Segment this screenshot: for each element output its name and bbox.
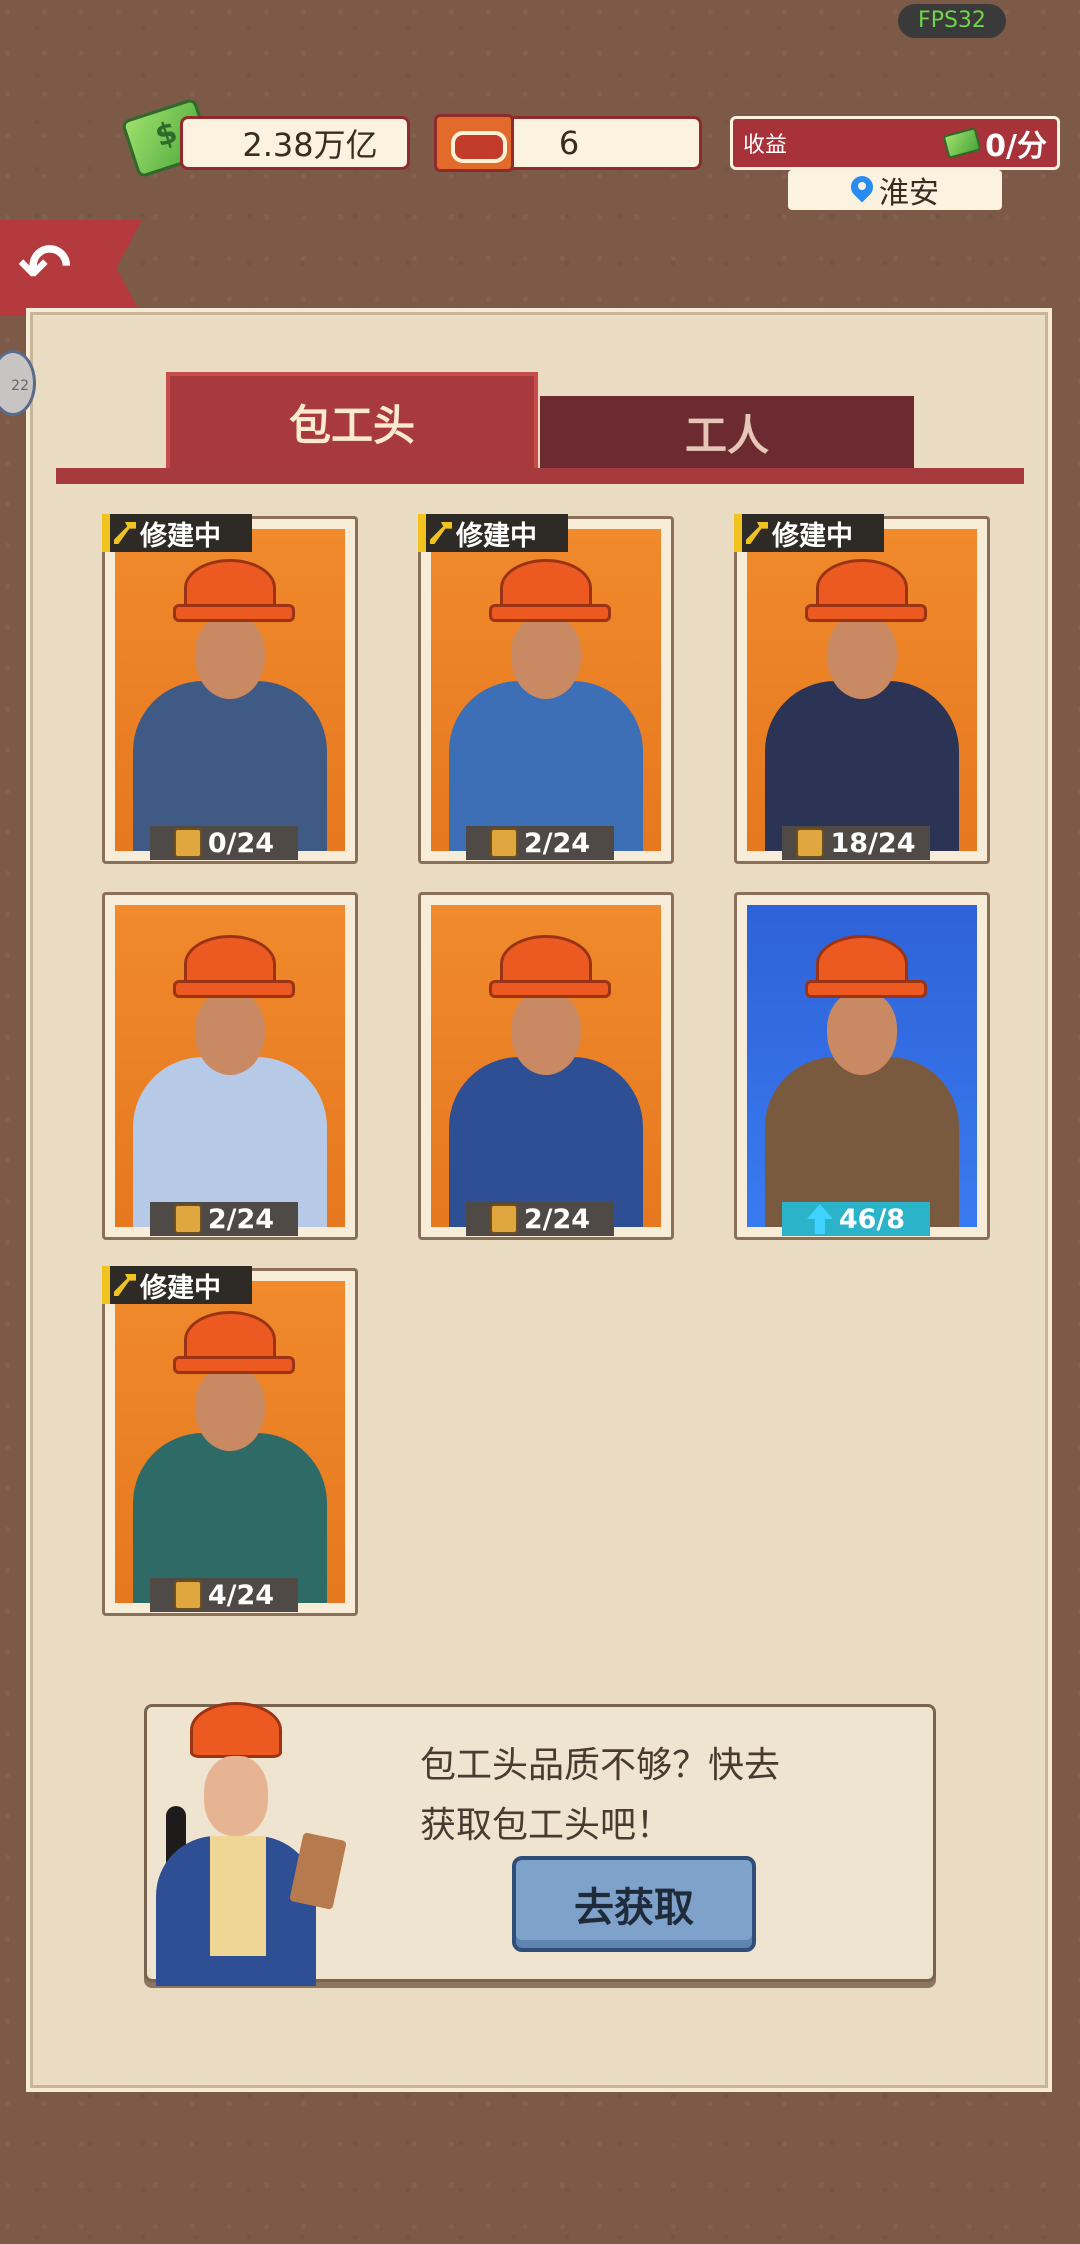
foreman-card[interactable]: [418, 516, 674, 864]
tab-workers[interactable]: 工人: [540, 396, 914, 468]
promo-foreman-illustration: [126, 1686, 356, 1986]
worker-icon: [489, 828, 518, 858]
income-value-group: 0/分: [942, 121, 1047, 165]
foreman-portrait: [115, 905, 345, 1227]
count-value: 46/8: [838, 1203, 906, 1235]
promo-text: 包工头品质不够？快去 获取包工头吧！: [420, 1736, 900, 1856]
hard-hat-icon: [173, 1311, 295, 1374]
foreman-card[interactable]: [102, 892, 358, 1240]
foreman-card[interactable]: [102, 1268, 358, 1616]
count-value: 0/24: [207, 827, 275, 859]
foreman-portrait: [431, 529, 661, 851]
worker-icon: [173, 1580, 202, 1610]
hard-hat-icon: [489, 559, 611, 622]
building-status-badge: 修建中: [734, 514, 884, 552]
foreman-face: [195, 991, 265, 1075]
worker-count: 4/24: [150, 1578, 298, 1612]
worker-count: 46/8: [782, 1202, 930, 1236]
count-value: 18/24: [830, 827, 916, 859]
foreman-card[interactable]: [102, 516, 358, 864]
worker-count: 2/24: [466, 826, 614, 860]
hard-hat-icon: [173, 935, 295, 998]
building-status-badge: 修建中: [102, 514, 252, 552]
back-arrow-icon: ↶: [18, 231, 72, 305]
building-status-badge: 修建中: [418, 514, 568, 552]
worker-count: 18/24: [782, 826, 930, 860]
worker-count: 2/24: [150, 1202, 298, 1236]
worker-icon: [796, 828, 825, 858]
hammer-icon: [746, 522, 768, 544]
worker-icon: [173, 1204, 202, 1234]
foreman-face: [511, 615, 581, 699]
hard-hat-icon: [173, 559, 295, 622]
foreman-face: [827, 991, 897, 1075]
ticket-icon: [434, 114, 514, 172]
foreman-portrait: [115, 1281, 345, 1603]
foreman-portrait: [115, 529, 345, 851]
location-badge[interactable]: 淮安: [788, 170, 1002, 211]
hard-hat-icon: [805, 559, 927, 622]
location-name: 淮安: [879, 176, 939, 211]
foreman-face: [195, 615, 265, 699]
hammer-icon: [114, 1274, 136, 1296]
foreman-card[interactable]: [418, 892, 674, 1240]
promo-line-1: 包工头品质不够？快去: [420, 1745, 781, 1786]
promo-line-2: 获取包工头吧！: [420, 1805, 673, 1846]
foreman-portrait: [431, 905, 661, 1227]
income-label: 收益: [743, 133, 788, 158]
cash-icon: [942, 127, 982, 159]
fps-counter: FPS32: [898, 4, 1006, 38]
worker-count: 0/24: [150, 826, 298, 860]
tab-workers-label: 工人: [684, 410, 769, 460]
foreman-portrait: [747, 529, 977, 851]
money-display: 2.38万亿: [180, 116, 410, 170]
count-value: 2/24: [207, 1203, 275, 1235]
income-value: 0/分: [985, 129, 1047, 164]
foreman-face: [511, 991, 581, 1075]
foreman-portrait: [747, 905, 977, 1227]
back-button[interactable]: ↶: [0, 220, 142, 316]
foreman-card[interactable]: [734, 892, 990, 1240]
status-label: 修建中: [456, 520, 537, 552]
count-value: 2/24: [523, 1203, 591, 1235]
hard-hat-icon: [489, 935, 611, 998]
tab-foreman[interactable]: 包工头: [166, 372, 538, 468]
count-value: 4/24: [207, 1579, 275, 1611]
worker-icon: [173, 828, 202, 858]
status-label: 修建中: [140, 520, 221, 552]
hammer-icon: [430, 522, 452, 544]
tab-foreman-label: 包工头: [288, 400, 415, 450]
tabs-underline: [56, 468, 1024, 484]
foreman-face: [195, 1367, 265, 1451]
count-value: 2/24: [523, 827, 591, 859]
status-label: 修建中: [772, 520, 853, 552]
hard-hat-icon: [805, 935, 927, 998]
foreman-card[interactable]: [734, 516, 990, 864]
hammer-icon: [114, 522, 136, 544]
location-pin-icon: [851, 176, 873, 204]
status-label: 修建中: [140, 1272, 221, 1304]
worker-icon: [489, 1204, 518, 1234]
income-bar: 收益 0/分: [730, 116, 1060, 170]
building-status-badge: 修建中: [102, 1266, 252, 1304]
get-foreman-button[interactable]: 去获取: [512, 1856, 756, 1952]
foreman-face: [827, 615, 897, 699]
worker-count: 2/24: [466, 1202, 614, 1236]
upgrade-arrow-icon: [806, 1204, 833, 1234]
